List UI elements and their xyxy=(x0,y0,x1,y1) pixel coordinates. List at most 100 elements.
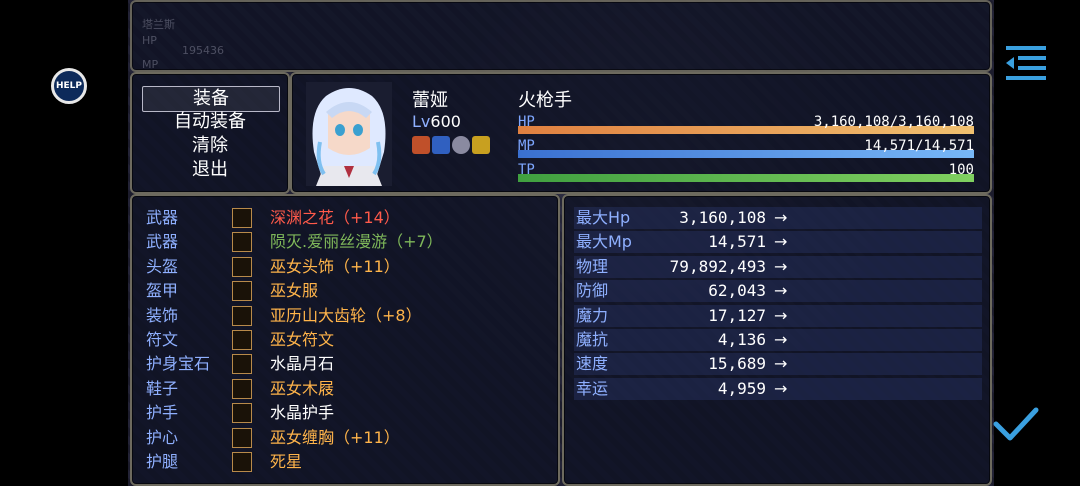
background-mp-label: MP xyxy=(142,58,159,71)
item-name-text: 亚历山大齿轮 xyxy=(270,305,367,325)
param-name: 防御 xyxy=(576,281,609,301)
state-icons xyxy=(412,136,492,158)
parameter-row: 最大Hp 3,160,108 → xyxy=(574,206,982,230)
param-name: 魔抗 xyxy=(576,330,609,349)
equipment-slot-row[interactable]: 武器 深渊之花（+14） xyxy=(146,206,546,230)
equipment-slot-row[interactable]: 鞋子 巫女木屐 xyxy=(146,377,546,401)
background-name: 塔兰斯 xyxy=(142,18,175,31)
parameter-window: 最大Hp 3,160,108 → 最大Mp 14,571 → 物理 79,892,493 → 防御… xyxy=(562,194,992,486)
mp-value: 14,571/14,571 xyxy=(864,138,974,154)
actor-level: Lv600 xyxy=(412,112,461,131)
gauntlet-icon xyxy=(232,403,252,424)
item-name-text: 巫女头饰 xyxy=(270,256,335,276)
param-name: 最大Hp xyxy=(576,208,631,227)
tp-bar xyxy=(518,174,974,182)
parameter-row: 魔抗 4,136 → xyxy=(574,328,982,352)
background-hp-value: 195436 xyxy=(182,44,224,57)
param-name: 魔力 xyxy=(576,305,609,325)
equipment-slot-row[interactable]: 符文 巫女符文 xyxy=(146,328,546,352)
equipment-slot-row[interactable]: 头盔 巫女头饰（+11） xyxy=(146,255,546,279)
help-button[interactable]: HELP xyxy=(51,68,87,104)
param-value: 79,892,493 xyxy=(669,256,766,276)
slot-label: 符文 xyxy=(146,330,179,349)
equipment-slot-row[interactable]: 盔甲 巫女服 xyxy=(146,279,546,303)
slot-label: 鞋子 xyxy=(146,378,179,398)
item-name: 水晶护手 xyxy=(270,401,334,425)
item-enhance-level: （+11） xyxy=(334,427,400,447)
item-name: 巫女头饰（+11） xyxy=(270,255,400,279)
param-arrow: → xyxy=(774,330,788,349)
item-name: 巫女木屐 xyxy=(270,377,334,401)
actor-class: 火枪手 xyxy=(518,90,572,111)
command-exit[interactable]: 退出 xyxy=(142,158,278,182)
tp-fill xyxy=(518,174,974,182)
param-value: 4,136 xyxy=(717,330,766,349)
equipment-slot-window: 武器 深渊之花（+14） 武器 陨灭.爱丽丝漫游（+7） 头盔 巫女头饰（+11） 盔甲 巫女… xyxy=(130,194,560,486)
rune-icon xyxy=(232,330,252,350)
item-name-text: 水晶月石 xyxy=(270,354,335,374)
param-arrow: → xyxy=(774,232,788,252)
item-name: 巫女符文 xyxy=(270,328,334,352)
item-enhance-level: （+8） xyxy=(366,305,422,325)
equipment-slot-row[interactable]: 护身宝石 水晶月石 xyxy=(146,352,546,376)
command-clear[interactable]: 清除 xyxy=(142,134,278,158)
slot-label: 护手 xyxy=(146,403,179,423)
parameter-row: 物理 79,892,493 → xyxy=(574,255,982,279)
param-arrow: → xyxy=(774,354,788,374)
actor-portrait xyxy=(306,82,392,186)
gear-ring-icon xyxy=(232,305,252,326)
equipment-slot-row[interactable]: 护心 巫女缠胸（+11） xyxy=(146,426,546,450)
equip-command-window: 装备 自动装备 清除 退出 xyxy=(130,72,290,194)
param-value: 17,127 xyxy=(708,305,766,325)
param-arrow: → xyxy=(774,256,788,276)
headband-icon xyxy=(232,256,252,277)
slot-label: 头盔 xyxy=(146,256,179,276)
item-name-text: 深渊之花 xyxy=(270,208,335,227)
param-name: 物理 xyxy=(576,256,609,276)
param-value: 62,043 xyxy=(708,281,766,301)
slot-label: 盔甲 xyxy=(146,281,179,301)
item-name: 亚历山大齿轮（+8） xyxy=(270,304,422,328)
param-value: 3,160,108 xyxy=(679,208,766,227)
parameter-row: 幸运 4,959 → xyxy=(574,377,982,401)
slot-label: 护身宝石 xyxy=(146,354,211,374)
equipment-slot-row[interactable]: 护手 水晶护手 xyxy=(146,401,546,425)
command-equip[interactable]: 装备 xyxy=(142,86,280,112)
command-optimize[interactable]: 自动装备 xyxy=(142,110,278,134)
mp-gauge: MP 14,571/14,571 xyxy=(518,138,974,158)
hp-gauge: HP 3,160,108/3,160,108 xyxy=(518,114,974,134)
param-value: 15,689 xyxy=(708,354,766,374)
equipment-slot-row[interactable]: 装饰 亚历山大齿轮（+8） xyxy=(146,304,546,328)
death-star-icon xyxy=(232,452,252,472)
item-name: 深渊之花（+14） xyxy=(270,206,400,230)
item-name: 死星 xyxy=(270,450,302,474)
tp-gauge: TP 100 xyxy=(518,162,974,182)
item-name: 水晶月石 xyxy=(270,352,334,376)
menu-icon[interactable] xyxy=(1004,42,1048,82)
param-arrow: → xyxy=(774,281,788,301)
actor-name: 蕾娅 xyxy=(412,90,448,111)
item-name-text: 巫女符文 xyxy=(270,330,335,349)
atk-up-icon xyxy=(412,136,430,154)
defense-icon xyxy=(432,136,450,154)
item-name: 巫女服 xyxy=(270,279,318,303)
equipment-slot-row[interactable]: 武器 陨灭.爱丽丝漫游（+7） xyxy=(146,230,546,254)
parameter-row: 速度 15,689 → xyxy=(574,352,982,376)
background-status-window: 塔兰斯 HP 195436 MP xyxy=(130,0,992,72)
param-arrow: → xyxy=(774,208,788,227)
parameter-row: 防御 62,043 → xyxy=(574,279,982,303)
equipment-slot-row[interactable]: 护腿 死星 xyxy=(146,450,546,474)
chest-wrap-icon xyxy=(232,427,252,448)
confirm-check-icon[interactable] xyxy=(992,404,1040,444)
param-value: 14,571 xyxy=(708,232,766,252)
parameter-row: 最大Mp 14,571 → xyxy=(574,230,982,254)
param-name: 幸运 xyxy=(576,378,609,398)
param-name: 速度 xyxy=(576,354,609,374)
slot-label: 护心 xyxy=(146,427,179,447)
item-name: 陨灭.爱丽丝漫游（+7） xyxy=(270,230,443,254)
item-name-text: 巫女木屐 xyxy=(270,378,335,398)
background-hp-label: HP xyxy=(142,34,157,47)
rifle-icon xyxy=(232,232,252,253)
level-label: Lv xyxy=(412,112,431,131)
star-icon xyxy=(472,136,490,154)
